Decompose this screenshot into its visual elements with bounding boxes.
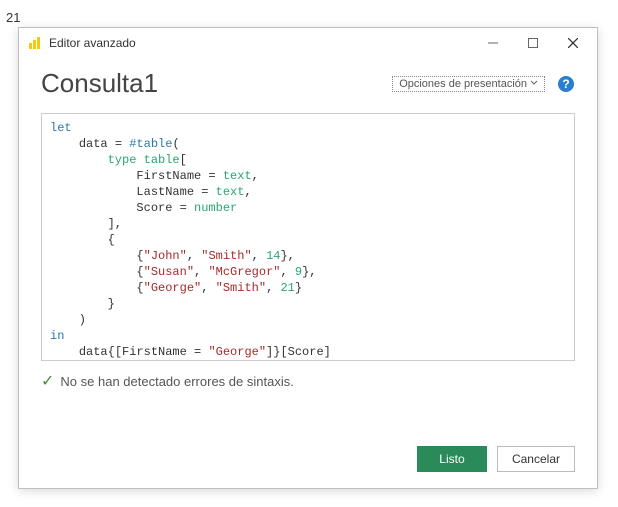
titlebar: Editor avanzado xyxy=(19,28,597,58)
chevron-down-icon xyxy=(530,78,538,90)
type-text: text xyxy=(223,169,252,183)
code-text: FirstName = xyxy=(136,169,222,183)
keyword-table: table xyxy=(144,153,180,167)
keyword-in: in xyxy=(50,329,64,343)
dialog-buttons: Listo Cancelar xyxy=(41,428,575,472)
string-literal: "George" xyxy=(144,281,202,295)
query-name-heading: Consulta1 xyxy=(41,68,392,99)
done-button[interactable]: Listo xyxy=(417,446,487,472)
code-text: ]}[Score] xyxy=(266,345,331,359)
check-icon: ✓ xyxy=(41,371,54,391)
maximize-button[interactable] xyxy=(513,29,553,57)
window-title: Editor avanzado xyxy=(49,36,473,50)
advanced-editor-dialog: Editor avanzado Consulta1 Opciones de pr… xyxy=(18,27,598,489)
string-literal: "Smith" xyxy=(201,249,251,263)
fn-table: #table xyxy=(129,137,172,151)
code-text: data = xyxy=(79,137,129,151)
number-literal: 21 xyxy=(280,281,294,295)
keyword-type: type xyxy=(108,153,137,167)
string-literal: "Susan" xyxy=(144,265,194,279)
cancel-button[interactable]: Cancelar xyxy=(497,446,575,472)
display-options-label: Opciones de presentación xyxy=(399,78,527,90)
window-controls xyxy=(473,29,593,57)
code-text: Score = xyxy=(136,201,194,215)
type-number: number xyxy=(194,201,237,215)
minimize-button[interactable] xyxy=(473,29,513,57)
number-literal: 9 xyxy=(295,265,302,279)
code-editor[interactable]: let data = #table( type table[ FirstName… xyxy=(41,113,575,361)
display-options-dropdown[interactable]: Opciones de presentación xyxy=(392,76,545,92)
keyword-let: let xyxy=(50,121,72,135)
syntax-status: ✓ No se han detectado errores de sintaxi… xyxy=(41,371,575,391)
string-literal: "McGregor" xyxy=(208,265,280,279)
code-text: data{[FirstName = xyxy=(79,345,209,359)
powerbi-icon xyxy=(27,35,43,51)
close-button[interactable] xyxy=(553,29,593,57)
type-text: text xyxy=(216,185,245,199)
string-literal: "George" xyxy=(208,345,266,359)
code-text: LastName = xyxy=(136,185,215,199)
number-literal: 14 xyxy=(266,249,280,263)
svg-text:?: ? xyxy=(562,77,569,91)
outside-label: 21 xyxy=(6,10,612,25)
string-literal: "Smith" xyxy=(216,281,266,295)
syntax-status-text: No se han detectado errores de sintaxis. xyxy=(60,374,293,389)
help-icon[interactable]: ? xyxy=(557,75,575,93)
string-literal: "John" xyxy=(144,249,187,263)
